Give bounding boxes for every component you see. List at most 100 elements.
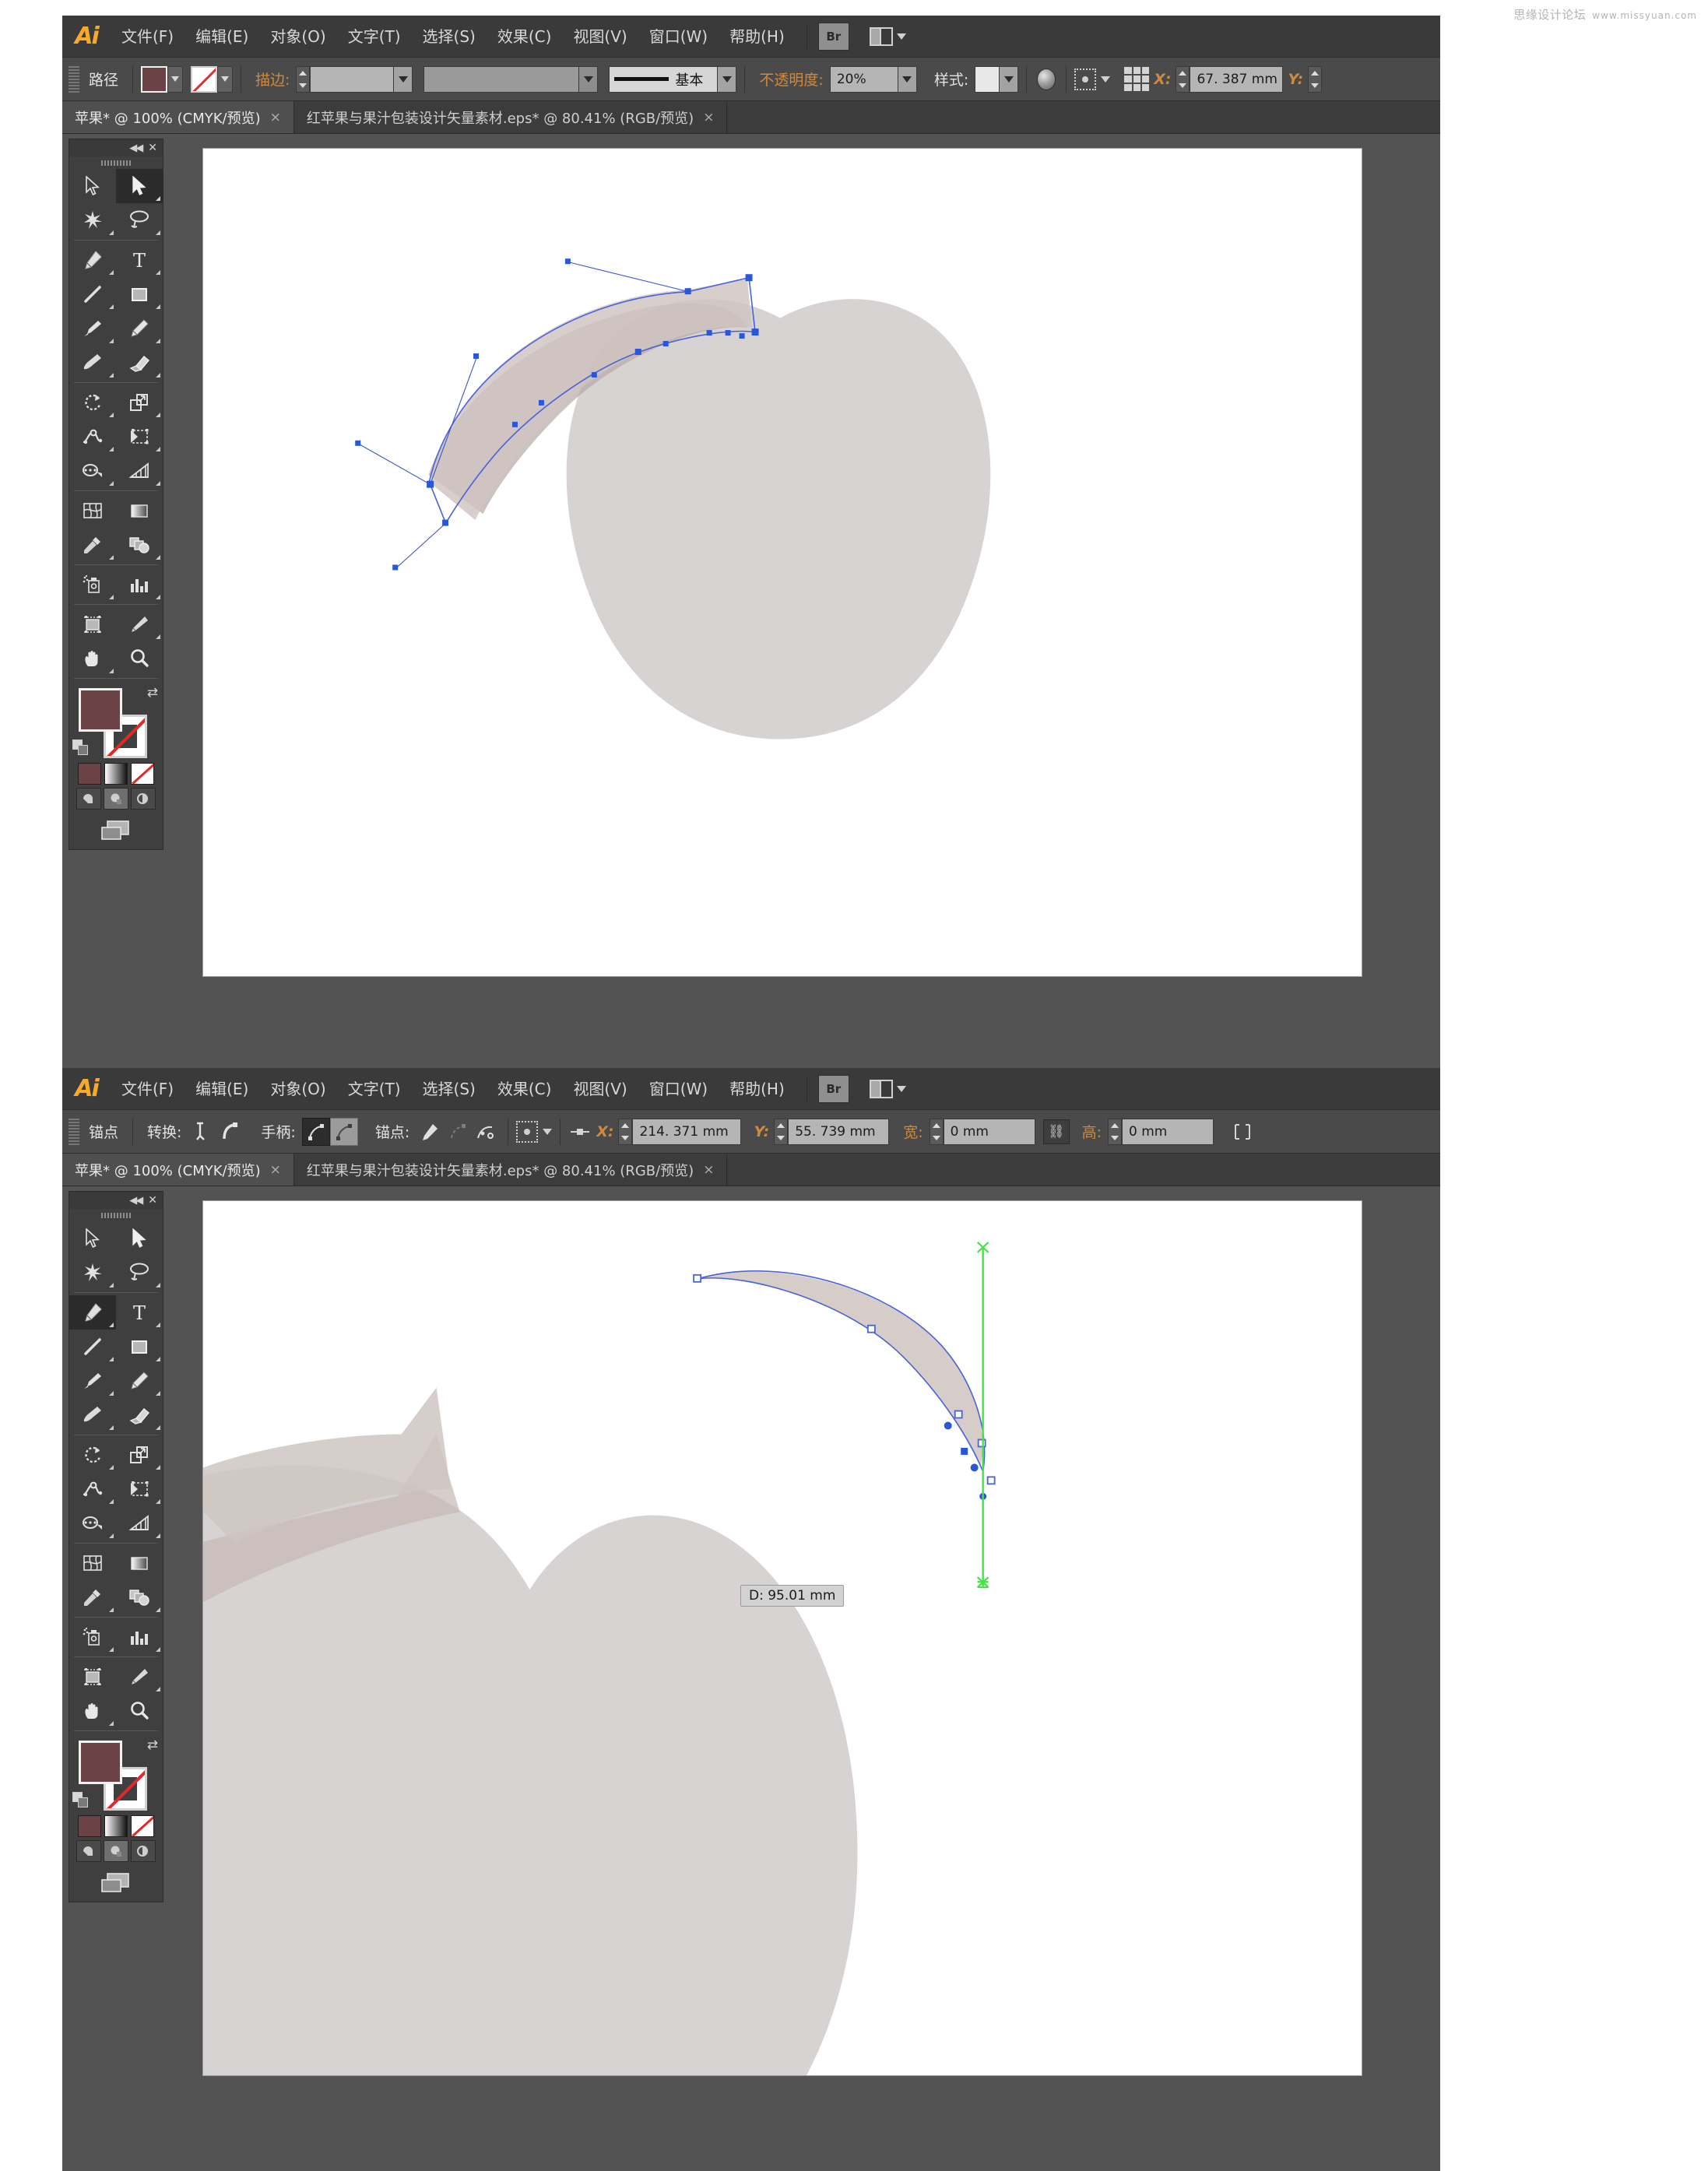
tool-type-tool[interactable]: T	[116, 1295, 163, 1330]
close-icon[interactable]: ×	[270, 110, 281, 125]
close-panel-icon[interactable]: ✕	[148, 1194, 157, 1207]
tool-magic-wand-tool[interactable]	[69, 1256, 116, 1290]
menu-item-type[interactable]: 文字(T)	[337, 16, 412, 58]
tool-selection-tool[interactable]	[69, 169, 116, 203]
color-mode-none-icon[interactable]	[131, 763, 154, 785]
color-mode-color-icon[interactable]	[78, 1815, 101, 1837]
document-tab-eps[interactable]: 红苹果与果汁包装设计矢量素材.eps* @ 80.41% (RGB/预览) ×	[294, 1154, 728, 1186]
tool-scale-tool[interactable]	[116, 385, 163, 420]
color-mode-gradient-icon[interactable]	[104, 1815, 128, 1837]
menu-item-window[interactable]: 窗口(W)	[638, 1068, 719, 1110]
bridge-icon[interactable]: Br	[818, 23, 849, 51]
close-icon[interactable]: ×	[270, 1162, 281, 1178]
graphic-style-dropdown-icon[interactable]	[1000, 66, 1018, 93]
tool-shape-builder-tool[interactable]	[69, 454, 116, 488]
tool-zoom-tool[interactable]	[116, 641, 163, 676]
width-input[interactable]: 0 mm	[944, 1119, 1035, 1145]
tool-perspective-grid-tool[interactable]	[116, 1506, 163, 1540]
tool-rectangle-tool[interactable]	[116, 1330, 163, 1364]
height-stepper[interactable]	[1108, 1119, 1122, 1145]
workspace-switcher[interactable]	[870, 27, 906, 46]
menu-item-window[interactable]: 窗口(W)	[638, 16, 719, 58]
tool-paintbrush-tool[interactable]	[69, 1364, 116, 1398]
draw-normal-icon[interactable]	[76, 788, 101, 810]
tool-selection-tool[interactable]	[69, 1221, 116, 1256]
tool-direct-selection-tool[interactable]	[116, 1221, 163, 1256]
tool-type-tool[interactable]: T	[116, 243, 163, 277]
variable-width-dropdown-icon[interactable]	[579, 66, 598, 93]
artboard-canvas-bottom[interactable]: D: 95.01 mm	[202, 1200, 1362, 2076]
tool-free-transform-tool[interactable]	[116, 1472, 163, 1506]
cut-path-icon[interactable]	[444, 1118, 472, 1146]
document-tab-apple[interactable]: 苹果* @ 100% (CMYK/预览) ×	[62, 101, 294, 133]
workspace-switcher[interactable]	[870, 1080, 906, 1098]
tool-mesh-tool[interactable]	[69, 494, 116, 528]
align-chevron-down-icon[interactable]	[1101, 76, 1110, 83]
tool-pen-tool[interactable]	[69, 243, 116, 277]
collapse-panel-icon[interactable]: ◀◀	[129, 142, 142, 154]
tool-magic-wand-tool[interactable]	[69, 203, 116, 237]
color-mode-none-icon[interactable]	[131, 1815, 154, 1837]
y-coordinate-input[interactable]: 55. 739 mm	[788, 1119, 889, 1145]
tool-gradient-tool[interactable]	[116, 494, 163, 528]
menu-item-file[interactable]: 文件(F)	[111, 16, 185, 58]
tool-pencil-tool[interactable]	[116, 1364, 163, 1398]
fill-color-swatch[interactable]	[141, 66, 167, 93]
control-bar-grip[interactable]	[69, 1119, 79, 1145]
tool-rotate-tool[interactable]	[69, 1438, 116, 1472]
height-input[interactable]: 0 mm	[1122, 1119, 1214, 1145]
menu-item-select[interactable]: 选择(S)	[412, 16, 487, 58]
tool-hand-tool[interactable]	[69, 1694, 116, 1728]
brush-definition-dropdown-icon[interactable]	[718, 66, 736, 93]
stroke-weight-dropdown-icon[interactable]	[394, 66, 413, 93]
tool-mesh-tool[interactable]	[69, 1546, 116, 1580]
artboard-canvas-top[interactable]	[202, 148, 1362, 977]
menu-item-object[interactable]: 对象(O)	[259, 1068, 336, 1110]
graphic-style-swatch[interactable]	[975, 66, 1000, 93]
transform-reference-point-icon[interactable]	[568, 1120, 592, 1143]
tool-rectangle-tool[interactable]	[116, 277, 163, 311]
fill-color-box[interactable]	[79, 1741, 122, 1784]
connect-path-icon[interactable]	[472, 1118, 500, 1146]
y-stepper[interactable]	[774, 1119, 788, 1145]
tool-line-segment-tool[interactable]	[69, 277, 116, 311]
tool-blend-tool[interactable]	[116, 1580, 163, 1614]
menu-item-view[interactable]: 视图(V)	[562, 1068, 638, 1110]
tool-lasso-tool[interactable]	[116, 1256, 163, 1290]
draw-inside-icon[interactable]	[131, 1840, 156, 1862]
stroke-color-swatch[interactable]	[191, 66, 217, 93]
show-handles-icon[interactable]	[302, 1118, 330, 1146]
x-coordinate-input[interactable]: 214. 371 mm	[632, 1119, 741, 1145]
tool-scale-tool[interactable]	[116, 1438, 163, 1472]
tool-lasso-tool[interactable]	[116, 203, 163, 237]
toolbox-drag-grip[interactable]	[69, 156, 163, 169]
tool-symbol-sprayer-tool[interactable]	[69, 1620, 116, 1654]
menu-item-edit[interactable]: 编辑(E)	[185, 16, 259, 58]
menu-item-select[interactable]: 选择(S)	[412, 1068, 487, 1110]
screen-mode-button[interactable]	[69, 1867, 163, 1902]
draw-behind-icon[interactable]	[104, 788, 128, 810]
opacity-input[interactable]: 20%	[830, 66, 898, 93]
tool-slice-tool[interactable]	[116, 1660, 163, 1694]
color-mode-color-icon[interactable]	[78, 763, 101, 785]
align-to-icon[interactable]	[516, 1121, 538, 1143]
document-tab-eps[interactable]: 红苹果与果汁包装设计矢量素材.eps* @ 80.41% (RGB/预览) ×	[294, 101, 728, 133]
swap-fill-stroke-icon[interactable]: ⇄	[147, 685, 158, 701]
control-bar-grip[interactable]	[69, 66, 79, 93]
tool-column-graph-tool[interactable]	[116, 1620, 163, 1654]
toolbox-drag-grip[interactable]	[69, 1209, 163, 1221]
tool-free-transform-tool[interactable]	[116, 420, 163, 454]
variable-width-profile-input[interactable]	[423, 66, 579, 93]
tool-width-tool[interactable]	[69, 420, 116, 454]
align-to-icon[interactable]	[1074, 69, 1096, 90]
default-fill-stroke-icon[interactable]	[72, 739, 90, 757]
menu-item-view[interactable]: 视图(V)	[562, 16, 638, 58]
close-icon[interactable]: ×	[703, 1162, 714, 1178]
menu-item-type[interactable]: 文字(T)	[337, 1068, 412, 1110]
tool-blob-brush-tool[interactable]	[69, 346, 116, 380]
tool-column-graph-tool[interactable]	[116, 567, 163, 602]
draw-normal-icon[interactable]	[76, 1840, 101, 1862]
close-icon[interactable]: ×	[703, 110, 714, 125]
tool-direct-selection-tool[interactable]	[116, 169, 163, 203]
link-dimensions-icon[interactable]: ⛓	[1043, 1119, 1070, 1144]
